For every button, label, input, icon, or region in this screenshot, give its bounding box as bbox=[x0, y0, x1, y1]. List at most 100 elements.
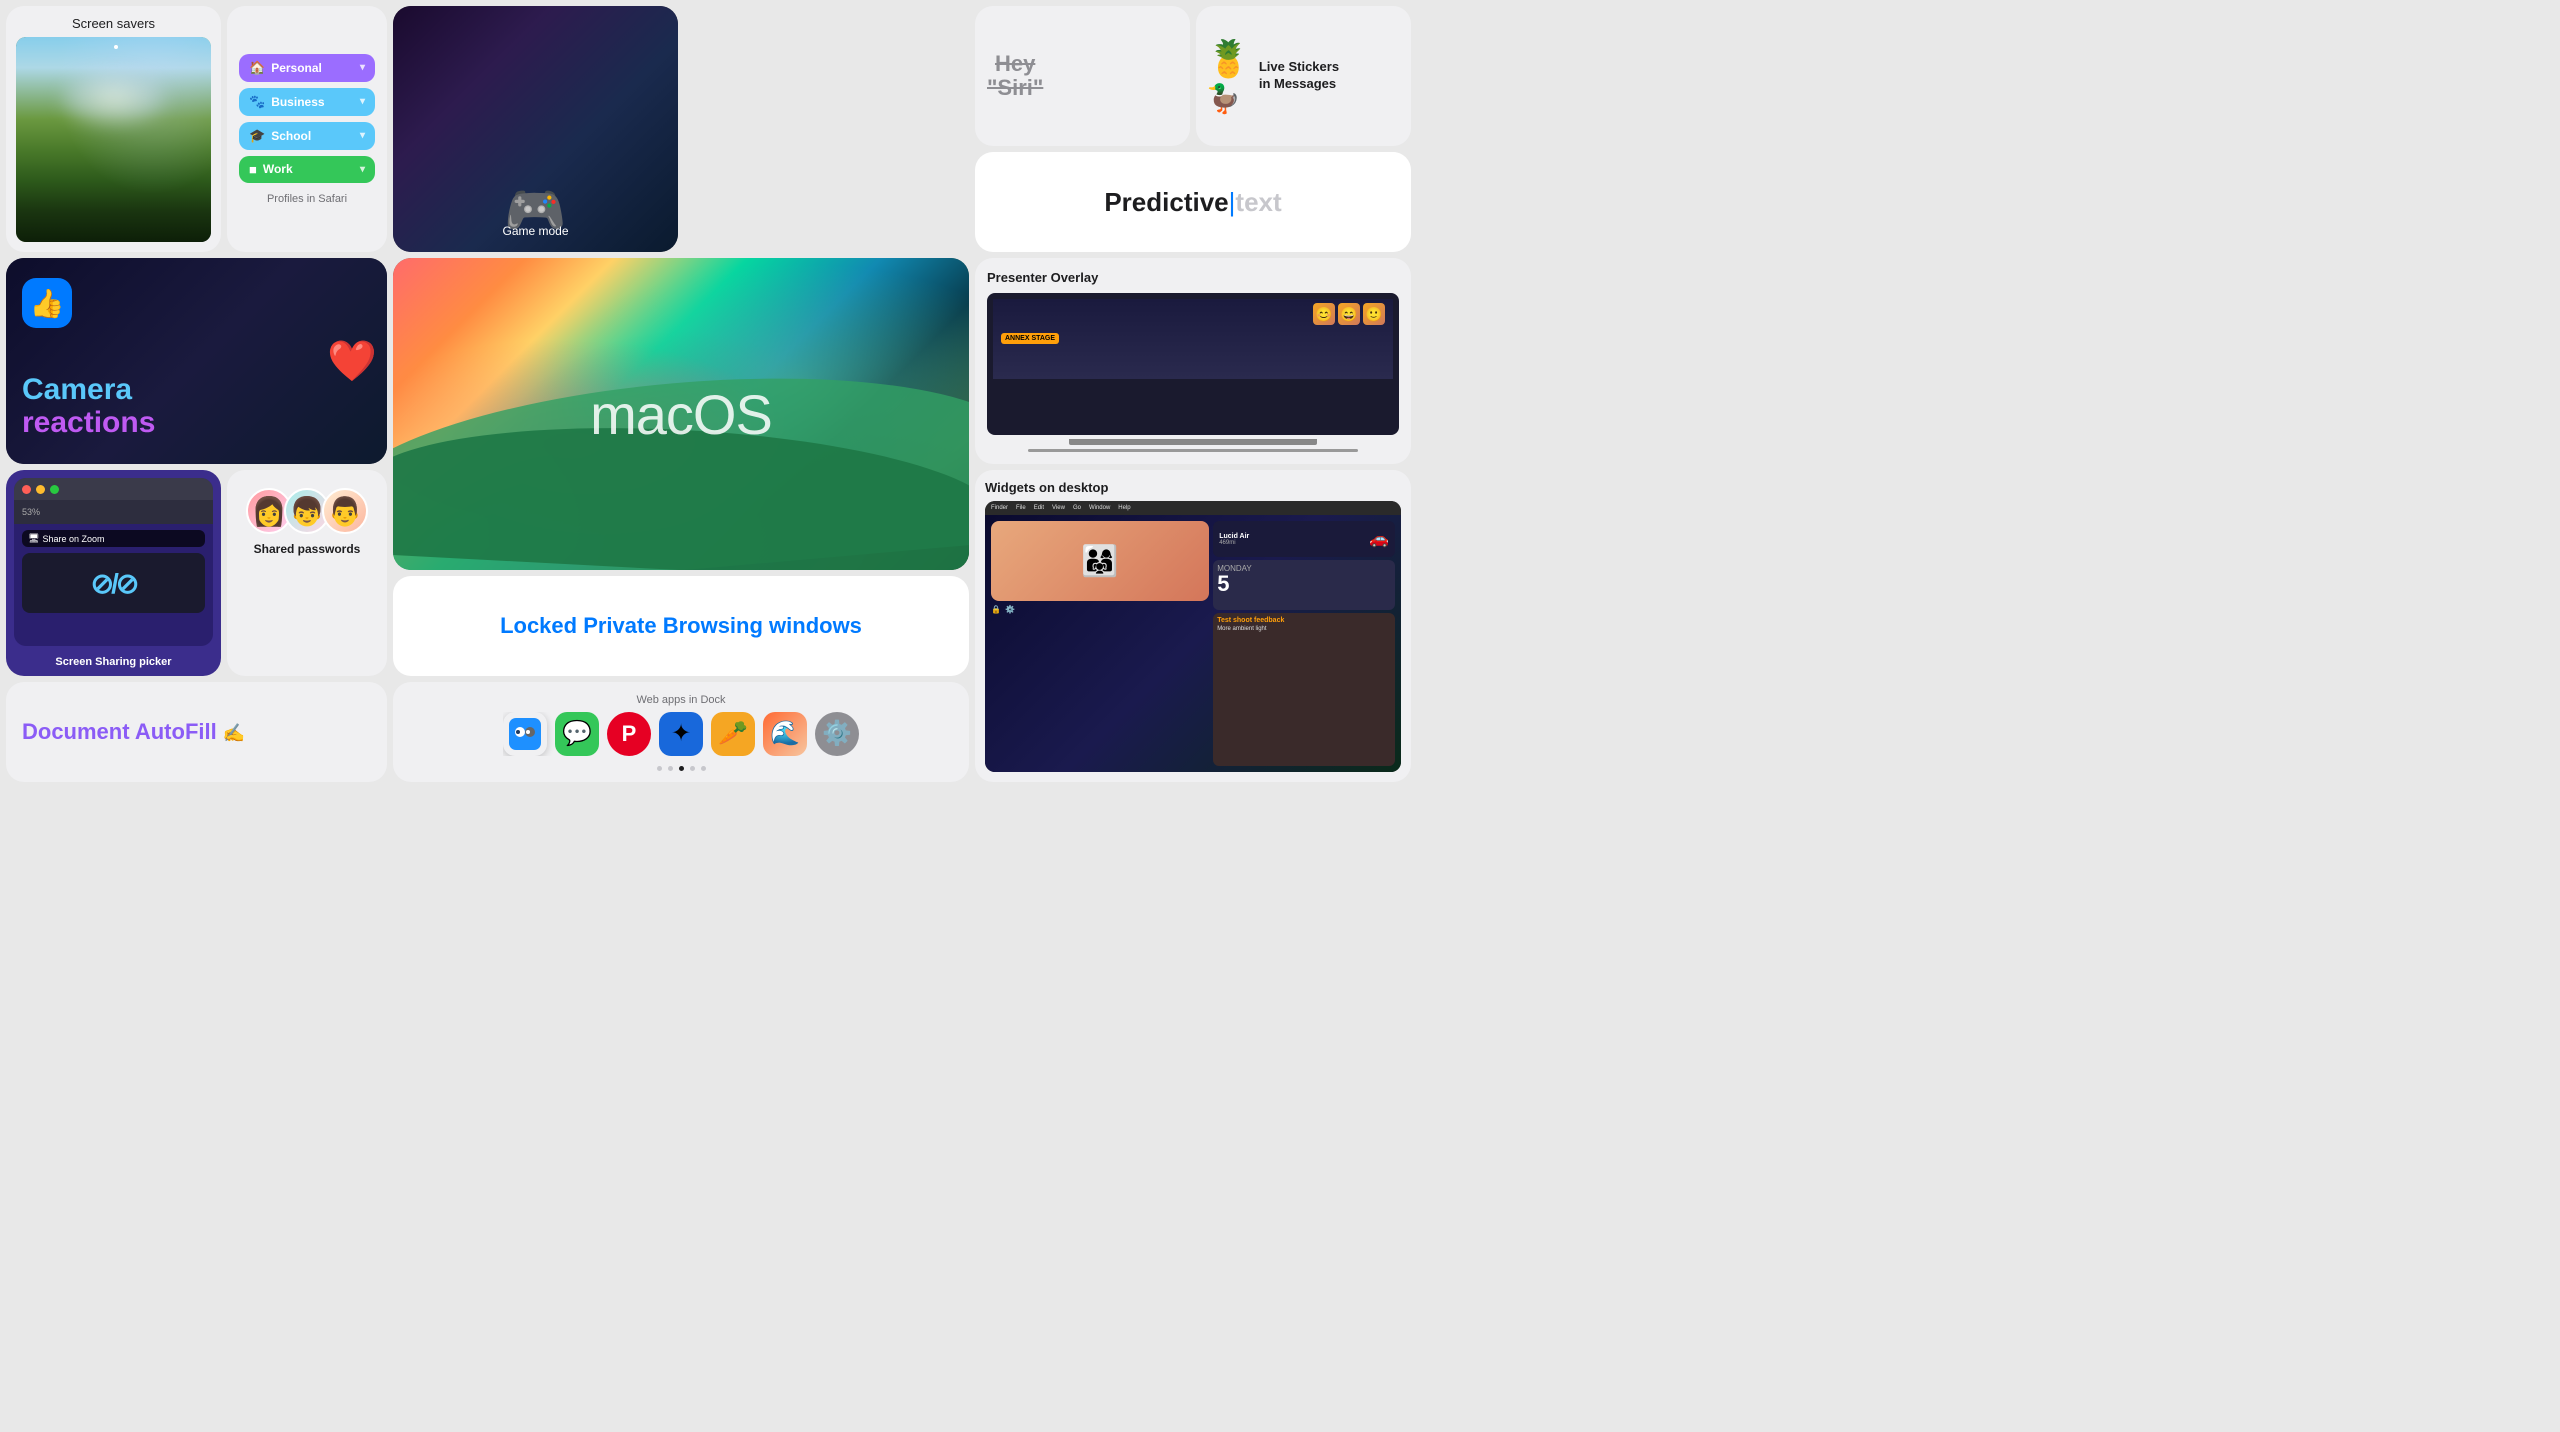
passwords-title: Shared passwords bbox=[254, 542, 361, 556]
autofill-icon: ✍️ bbox=[223, 723, 245, 743]
siri-card: Hey"Siri" bbox=[975, 6, 1190, 146]
widgets-screen: Finder File Edit View Go Window Help 👨‍👩… bbox=[985, 501, 1401, 772]
traffic-light-red bbox=[22, 485, 31, 494]
widgets-title: Widgets on desktop bbox=[985, 480, 1108, 495]
avatar-group: 👩 👦 👨 bbox=[246, 488, 368, 534]
stickers-card: 🍍 🦆 Live Stickersin Messages bbox=[1196, 6, 1411, 146]
screenshare-content: ⊘/⊘ bbox=[22, 553, 205, 613]
gear-widget-icon: ⚙️ bbox=[1005, 605, 1015, 614]
predictive-text-card: Predictive|text bbox=[975, 152, 1411, 252]
menu-go: Go bbox=[1073, 505, 1081, 511]
dot-1 bbox=[657, 766, 662, 771]
profile-school-btn[interactable]: 🎓 School ▾ bbox=[239, 122, 375, 150]
shared-passwords-card: 👩 👦 👨 Shared passwords bbox=[227, 470, 387, 676]
siri-quoted: "Siri" bbox=[987, 75, 1043, 100]
profile-personal-btn[interactable]: 🏠 Personal ▾ bbox=[239, 54, 375, 82]
school-label: School bbox=[271, 129, 311, 143]
widget-left-col: 👨‍👩‍👧 🔒 ⚙️ bbox=[991, 521, 1209, 766]
pip-face-2: 😄 bbox=[1338, 303, 1360, 325]
monitor-stand bbox=[1069, 439, 1316, 445]
autofill-label: Document AutoFill bbox=[22, 719, 217, 744]
dot-2 bbox=[668, 766, 673, 771]
business-chevron: ▾ bbox=[360, 96, 365, 107]
screenshare-label: Screen Sharing picker bbox=[6, 656, 221, 668]
widget-calendar: MONDAY 5 bbox=[1213, 560, 1395, 610]
profiles-label: Profiles in Safari bbox=[267, 193, 347, 205]
profile-work-btn[interactable]: ■ Work ▾ bbox=[239, 156, 375, 183]
school-chevron: ▾ bbox=[360, 130, 365, 141]
stickers-icons: 🍍 🦆 bbox=[1206, 38, 1251, 115]
widget-photo: 👨‍👩‍👧 bbox=[991, 521, 1209, 601]
widget-reminder: Test shoot feedback More ambient light bbox=[1213, 613, 1395, 766]
gamemode-label: Game mode bbox=[502, 224, 568, 238]
presenter-title: Presenter Overlay bbox=[987, 270, 1098, 285]
presenter-screen: ANNEX STAGE 😊 😄 🙂 bbox=[987, 293, 1399, 435]
locked-browsing-card: Locked Private Browsing windows bbox=[393, 576, 969, 676]
personal-chevron: ▾ bbox=[360, 62, 365, 73]
camera-line2: reactions bbox=[22, 406, 371, 439]
stickers-label: Live Stickersin Messages bbox=[1259, 59, 1339, 93]
lock-icon: 🔒 bbox=[991, 605, 1001, 614]
heart-emoji: ❤️ bbox=[327, 338, 377, 385]
landscape-bg bbox=[16, 37, 211, 242]
screensavers-title: Screen savers bbox=[16, 16, 211, 31]
screenshare-window: 53% 🖥 Share on Zoom ⊘/⊘ bbox=[14, 478, 213, 646]
business-icon: 🐾 bbox=[249, 94, 265, 110]
screensavers-card: Screen savers bbox=[6, 6, 221, 252]
presenter-overlay-card: Presenter Overlay ANNEX STAGE 😊 😄 🙂 bbox=[975, 258, 1411, 464]
personal-icon: 🏠 bbox=[249, 60, 265, 76]
menu-window: Window bbox=[1089, 505, 1110, 511]
annex-stage-badge: ANNEX STAGE bbox=[1001, 333, 1059, 344]
webapps-label: Web apps in Dock bbox=[636, 694, 725, 706]
screen-icon: 🖥 bbox=[28, 533, 39, 544]
menu-view: View bbox=[1052, 505, 1065, 511]
pip-face-1: 😊 bbox=[1313, 303, 1335, 325]
camera-reactions-card: 👍 Camera reactions ❤️ bbox=[6, 258, 387, 464]
autofill-card: Document AutoFill ✍️ bbox=[6, 682, 387, 782]
presenter-host-faces: 😊 😄 🙂 bbox=[1313, 303, 1385, 325]
predictive-word2: text bbox=[1235, 187, 1281, 217]
menu-finder: Finder bbox=[991, 505, 1008, 511]
widget-car: Lucid Air 469mi 🚗 bbox=[1213, 521, 1395, 557]
screenshare-toolbar: 53% bbox=[14, 500, 213, 524]
camera-reactions-text: Camera reactions bbox=[22, 373, 371, 439]
menu-file: File bbox=[1016, 505, 1026, 511]
screensaver-image bbox=[16, 37, 211, 242]
autofill-text: Document AutoFill ✍️ bbox=[22, 719, 245, 745]
dot-3 bbox=[679, 766, 684, 771]
monitor-base bbox=[1028, 449, 1358, 452]
dock-icon-feather: 🌊 bbox=[763, 712, 807, 756]
dot-5 bbox=[701, 766, 706, 771]
menu-edit: Edit bbox=[1034, 505, 1044, 511]
screenshare-percent: 53% bbox=[22, 507, 40, 517]
webapps-dock-card: Web apps in Dock 💬 P ✦ 🥕 🌊 ⚙️ bbox=[393, 682, 969, 782]
reminder-title: Test shoot feedback bbox=[1217, 617, 1391, 624]
car-miles: 469mi bbox=[1219, 540, 1249, 546]
dock-icon-finder bbox=[503, 712, 547, 756]
traffic-light-yellow bbox=[36, 485, 45, 494]
work-chevron: ▾ bbox=[360, 164, 365, 175]
dock-icon-pinterest: P bbox=[607, 712, 651, 756]
dock-icon-confluence: ✦ bbox=[659, 712, 703, 756]
widgets-desktop-area: 👨‍👩‍👧 🔒 ⚙️ Lucid Air 469mi bbox=[985, 515, 1401, 772]
traffic-light-green bbox=[50, 485, 59, 494]
screenshare-picker-card: 53% 🖥 Share on Zoom ⊘/⊘ Screen Sharing p… bbox=[6, 470, 221, 676]
school-icon: 🎓 bbox=[249, 128, 265, 144]
widgets-menubar: Finder File Edit View Go Window Help bbox=[985, 501, 1401, 515]
personal-label: Personal bbox=[271, 61, 322, 75]
gamemode-card: 🎮 Game mode bbox=[393, 6, 678, 252]
car-emoji: 🚗 bbox=[1369, 529, 1389, 549]
profiles-safari-card: 🏠 Personal ▾ 🐾 Business ▾ 🎓 School ▾ ■ W… bbox=[227, 6, 387, 252]
cal-day: MONDAY bbox=[1217, 564, 1391, 573]
widget-lock-icons: 🔒 ⚙️ bbox=[991, 605, 1209, 614]
cal-num: 5 bbox=[1217, 573, 1391, 595]
work-icon: ■ bbox=[249, 162, 257, 177]
zoom-label: Share on Zoom bbox=[42, 534, 104, 544]
locked-text: Locked Private Browsing windows bbox=[500, 613, 862, 639]
reminder-sub: More ambient light bbox=[1217, 626, 1391, 632]
widgets-desktop-card: Widgets on desktop Finder File Edit View… bbox=[975, 470, 1411, 782]
pip-face-3: 🙂 bbox=[1363, 303, 1385, 325]
profile-business-btn[interactable]: 🐾 Business ▾ bbox=[239, 88, 375, 116]
dock-icon-settings: ⚙️ bbox=[815, 712, 859, 756]
predictive-word1: Predictive bbox=[1104, 187, 1228, 217]
